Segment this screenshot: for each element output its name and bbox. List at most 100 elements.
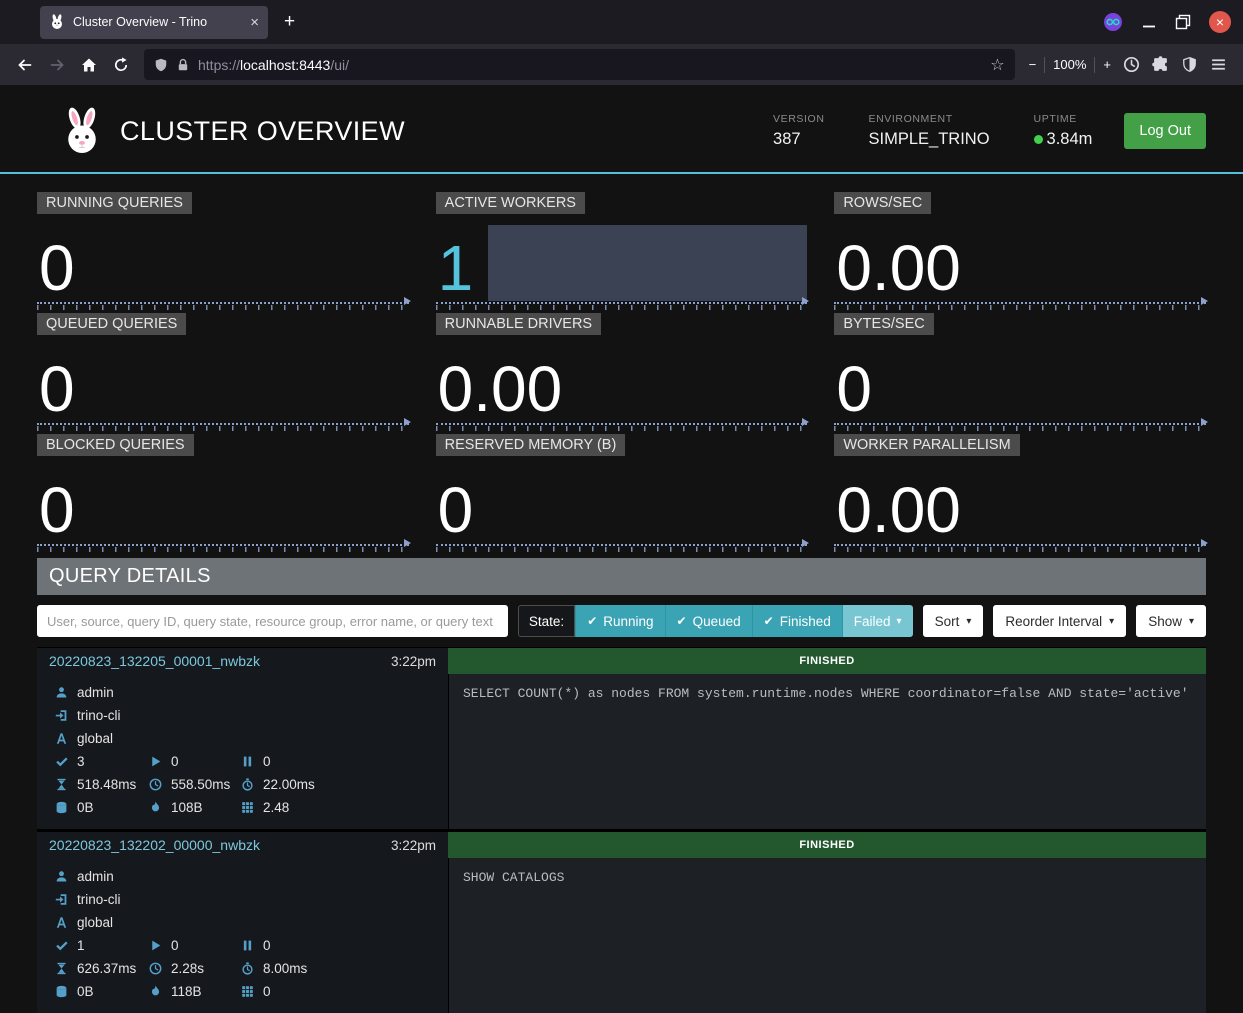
stat-label: WORKER PARALLELISM xyxy=(834,434,1019,456)
menu-hamburger-icon[interactable] xyxy=(1210,56,1227,73)
cpu-time-stopwatch-icon xyxy=(241,962,254,975)
elapsed-time-clock-icon xyxy=(149,778,162,791)
stat-label: RESERVED MEMORY (B) xyxy=(436,434,626,456)
tab-close-icon[interactable]: × xyxy=(250,14,259,31)
back-icon[interactable] xyxy=(10,50,40,80)
window-close-icon[interactable]: × xyxy=(1209,11,1231,33)
query-card: 20220823_132205_00001_nwbzk 3:22pm FINIS… xyxy=(37,647,1206,831)
source-signin-icon xyxy=(55,893,68,906)
zoom-out-button[interactable]: − xyxy=(1029,57,1037,72)
query-search-input[interactable] xyxy=(37,605,508,637)
stat-value: 0 xyxy=(39,482,75,540)
current-memory-database-icon xyxy=(55,801,68,814)
stat-label: BLOCKED QUERIES xyxy=(37,434,194,456)
window-restore-icon[interactable] xyxy=(1175,14,1191,30)
show-dropdown[interactable]: Show▾ xyxy=(1136,605,1206,637)
query-sql-text: SHOW CATALOGS xyxy=(448,858,1206,1013)
reload-icon[interactable] xyxy=(106,50,136,80)
sparkline xyxy=(436,302,808,310)
stat-value: 0.00 xyxy=(438,361,563,419)
reorder-interval-dropdown[interactable]: Reorder Interval▾ xyxy=(993,605,1126,637)
parallelism-grid-icon xyxy=(241,801,254,814)
stat-rows-sec: ROWS/SEC 0.00 xyxy=(834,192,1206,313)
queued-time: 626.37ms xyxy=(77,961,136,976)
version-meta: VERSION 387 xyxy=(773,113,824,149)
stat-bytes-sec: BYTES/SEC 0 xyxy=(834,313,1206,434)
stat-label: RUNNING QUERIES xyxy=(37,192,192,214)
query-id-link[interactable]: 20220823_132202_00000_nwbzk xyxy=(49,837,260,853)
environment-label: ENVIRONMENT xyxy=(869,113,990,125)
window-minimize-icon[interactable] xyxy=(1141,14,1157,30)
state-filter-group: State: ✔Running ✔Queued ✔Finished Failed… xyxy=(518,605,913,637)
query-time: 3:22pm xyxy=(391,654,436,669)
uptime-meta: UPTIME 3.84m xyxy=(1034,113,1093,149)
sparkline xyxy=(834,423,1206,431)
cumulative-memory: 108B xyxy=(171,800,203,815)
parallelism: 2.48 xyxy=(263,800,289,815)
current-memory-database-icon xyxy=(55,985,68,998)
parallelism-grid-icon xyxy=(241,985,254,998)
cpu-time-stopwatch-icon xyxy=(241,778,254,791)
filter-queued-button[interactable]: ✔Queued xyxy=(665,605,752,637)
running-splits: 0 xyxy=(171,754,179,769)
query-user: admin xyxy=(77,685,114,700)
browser-nav-bar: https://localhost:8443/ui/ ☆ − 100% + xyxy=(0,44,1243,85)
chevron-down-icon: ▾ xyxy=(1189,616,1194,627)
zoom-control: − 100% + xyxy=(1023,57,1117,73)
completed-splits-check-icon xyxy=(55,755,68,768)
stat-active-workers: ACTIVE WORKERS 1 xyxy=(436,192,808,313)
stat-value: 1 xyxy=(438,240,474,298)
stat-value: 0.00 xyxy=(836,482,961,540)
queued-time-hourglass-icon xyxy=(55,778,68,791)
query-details-header: QUERY DETAILS xyxy=(37,558,1206,595)
url-text: https://localhost:8443/ui/ xyxy=(198,57,349,73)
protections-shield-icon[interactable] xyxy=(1181,56,1198,73)
filter-failed-dropdown[interactable]: Failed▾ xyxy=(842,605,913,637)
environment-value: SIMPLE_TRINO xyxy=(869,130,990,149)
new-tab-button[interactable]: + xyxy=(284,11,295,33)
filter-running-button[interactable]: ✔Running xyxy=(575,605,664,637)
logout-button[interactable]: Log Out xyxy=(1124,113,1206,149)
query-user: admin xyxy=(77,869,114,884)
sort-dropdown[interactable]: Sort▾ xyxy=(923,605,984,637)
divider xyxy=(1094,57,1095,73)
stat-label: RUNNABLE DRIVERS xyxy=(436,313,601,335)
check-icon: ✔ xyxy=(587,614,597,628)
stat-value: 0.00 xyxy=(836,240,961,298)
query-sql-text: SELECT COUNT(*) as nodes FROM system.run… xyxy=(448,674,1206,829)
uptime-status-dot xyxy=(1034,135,1043,144)
stat-label: ACTIVE WORKERS xyxy=(436,192,585,214)
containers-icon[interactable] xyxy=(1103,12,1123,32)
environment-meta: ENVIRONMENT SIMPLE_TRINO xyxy=(869,113,990,149)
bookmark-star-icon[interactable]: ☆ xyxy=(990,55,1004,75)
chevron-down-icon: ▾ xyxy=(966,616,971,627)
cumulative-memory-flame-icon xyxy=(149,801,162,814)
filter-finished-button[interactable]: ✔Finished xyxy=(752,605,842,637)
zoom-level[interactable]: 100% xyxy=(1053,57,1086,72)
browser-tab-bar: Cluster Overview - Trino × + × xyxy=(0,0,1243,44)
queued-time-hourglass-icon xyxy=(55,962,68,975)
history-clock-icon[interactable] xyxy=(1123,56,1140,73)
stat-value: 0 xyxy=(39,361,75,419)
permissions-shield-icon[interactable] xyxy=(154,58,168,72)
elapsed-time: 558.50ms xyxy=(171,777,230,792)
queued-splits: 0 xyxy=(263,938,271,953)
stat-runnable-drivers: RUNNABLE DRIVERS 0.00 xyxy=(436,313,808,434)
check-icon: ✔ xyxy=(677,614,687,628)
trino-logo-icon xyxy=(60,105,104,157)
source-signin-icon xyxy=(55,709,68,722)
query-status-badge: FINISHED xyxy=(448,832,1206,858)
query-id-link[interactable]: 20220823_132205_00001_nwbzk xyxy=(49,653,260,669)
stat-value: 0 xyxy=(39,240,75,298)
zoom-in-button[interactable]: + xyxy=(1103,57,1111,72)
url-bar[interactable]: https://localhost:8443/ui/ ☆ xyxy=(144,49,1015,80)
current-memory: 0B xyxy=(77,984,94,999)
lock-icon[interactable] xyxy=(176,58,190,72)
browser-tab[interactable]: Cluster Overview - Trino × xyxy=(40,6,268,39)
stat-running-queries: RUNNING QUERIES 0 xyxy=(37,192,409,313)
forward-icon[interactable] xyxy=(42,50,72,80)
extension-icon[interactable] xyxy=(1152,56,1169,73)
user-icon xyxy=(55,870,68,883)
running-splits-play-icon xyxy=(149,755,162,768)
home-icon[interactable] xyxy=(74,50,104,80)
